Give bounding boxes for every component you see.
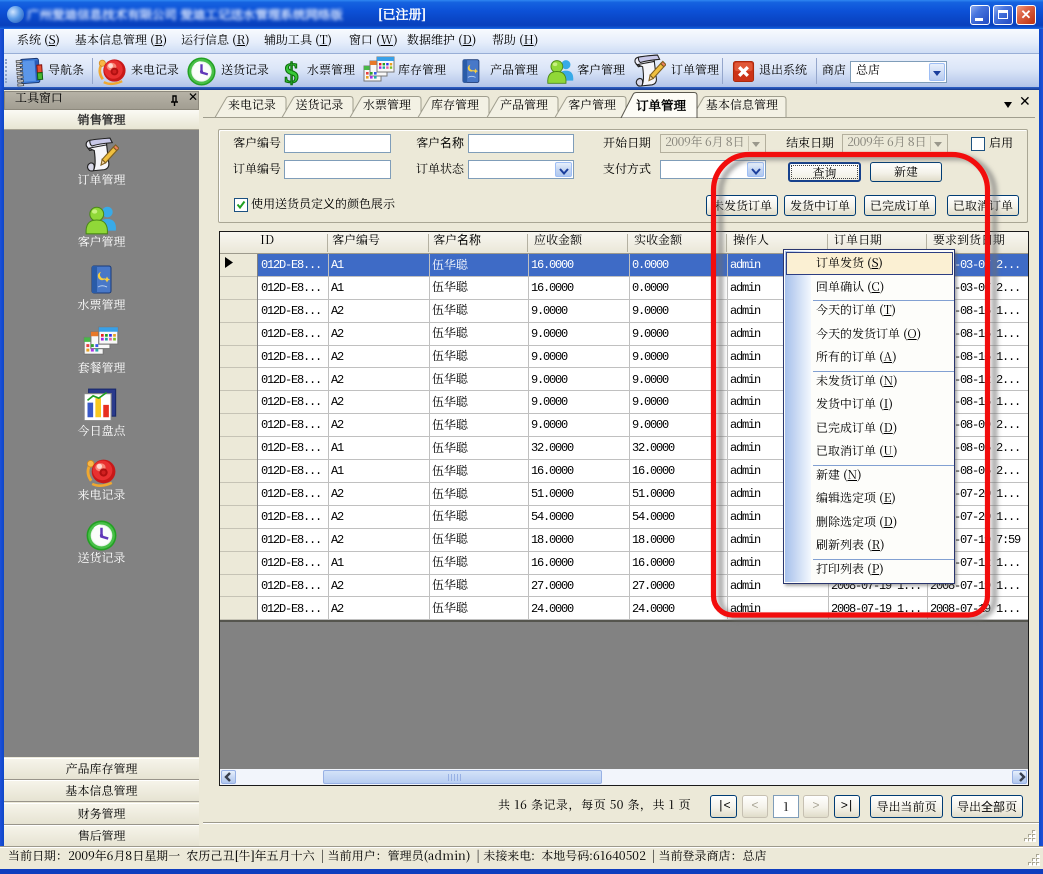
svg-text:$: $: [284, 57, 299, 86]
